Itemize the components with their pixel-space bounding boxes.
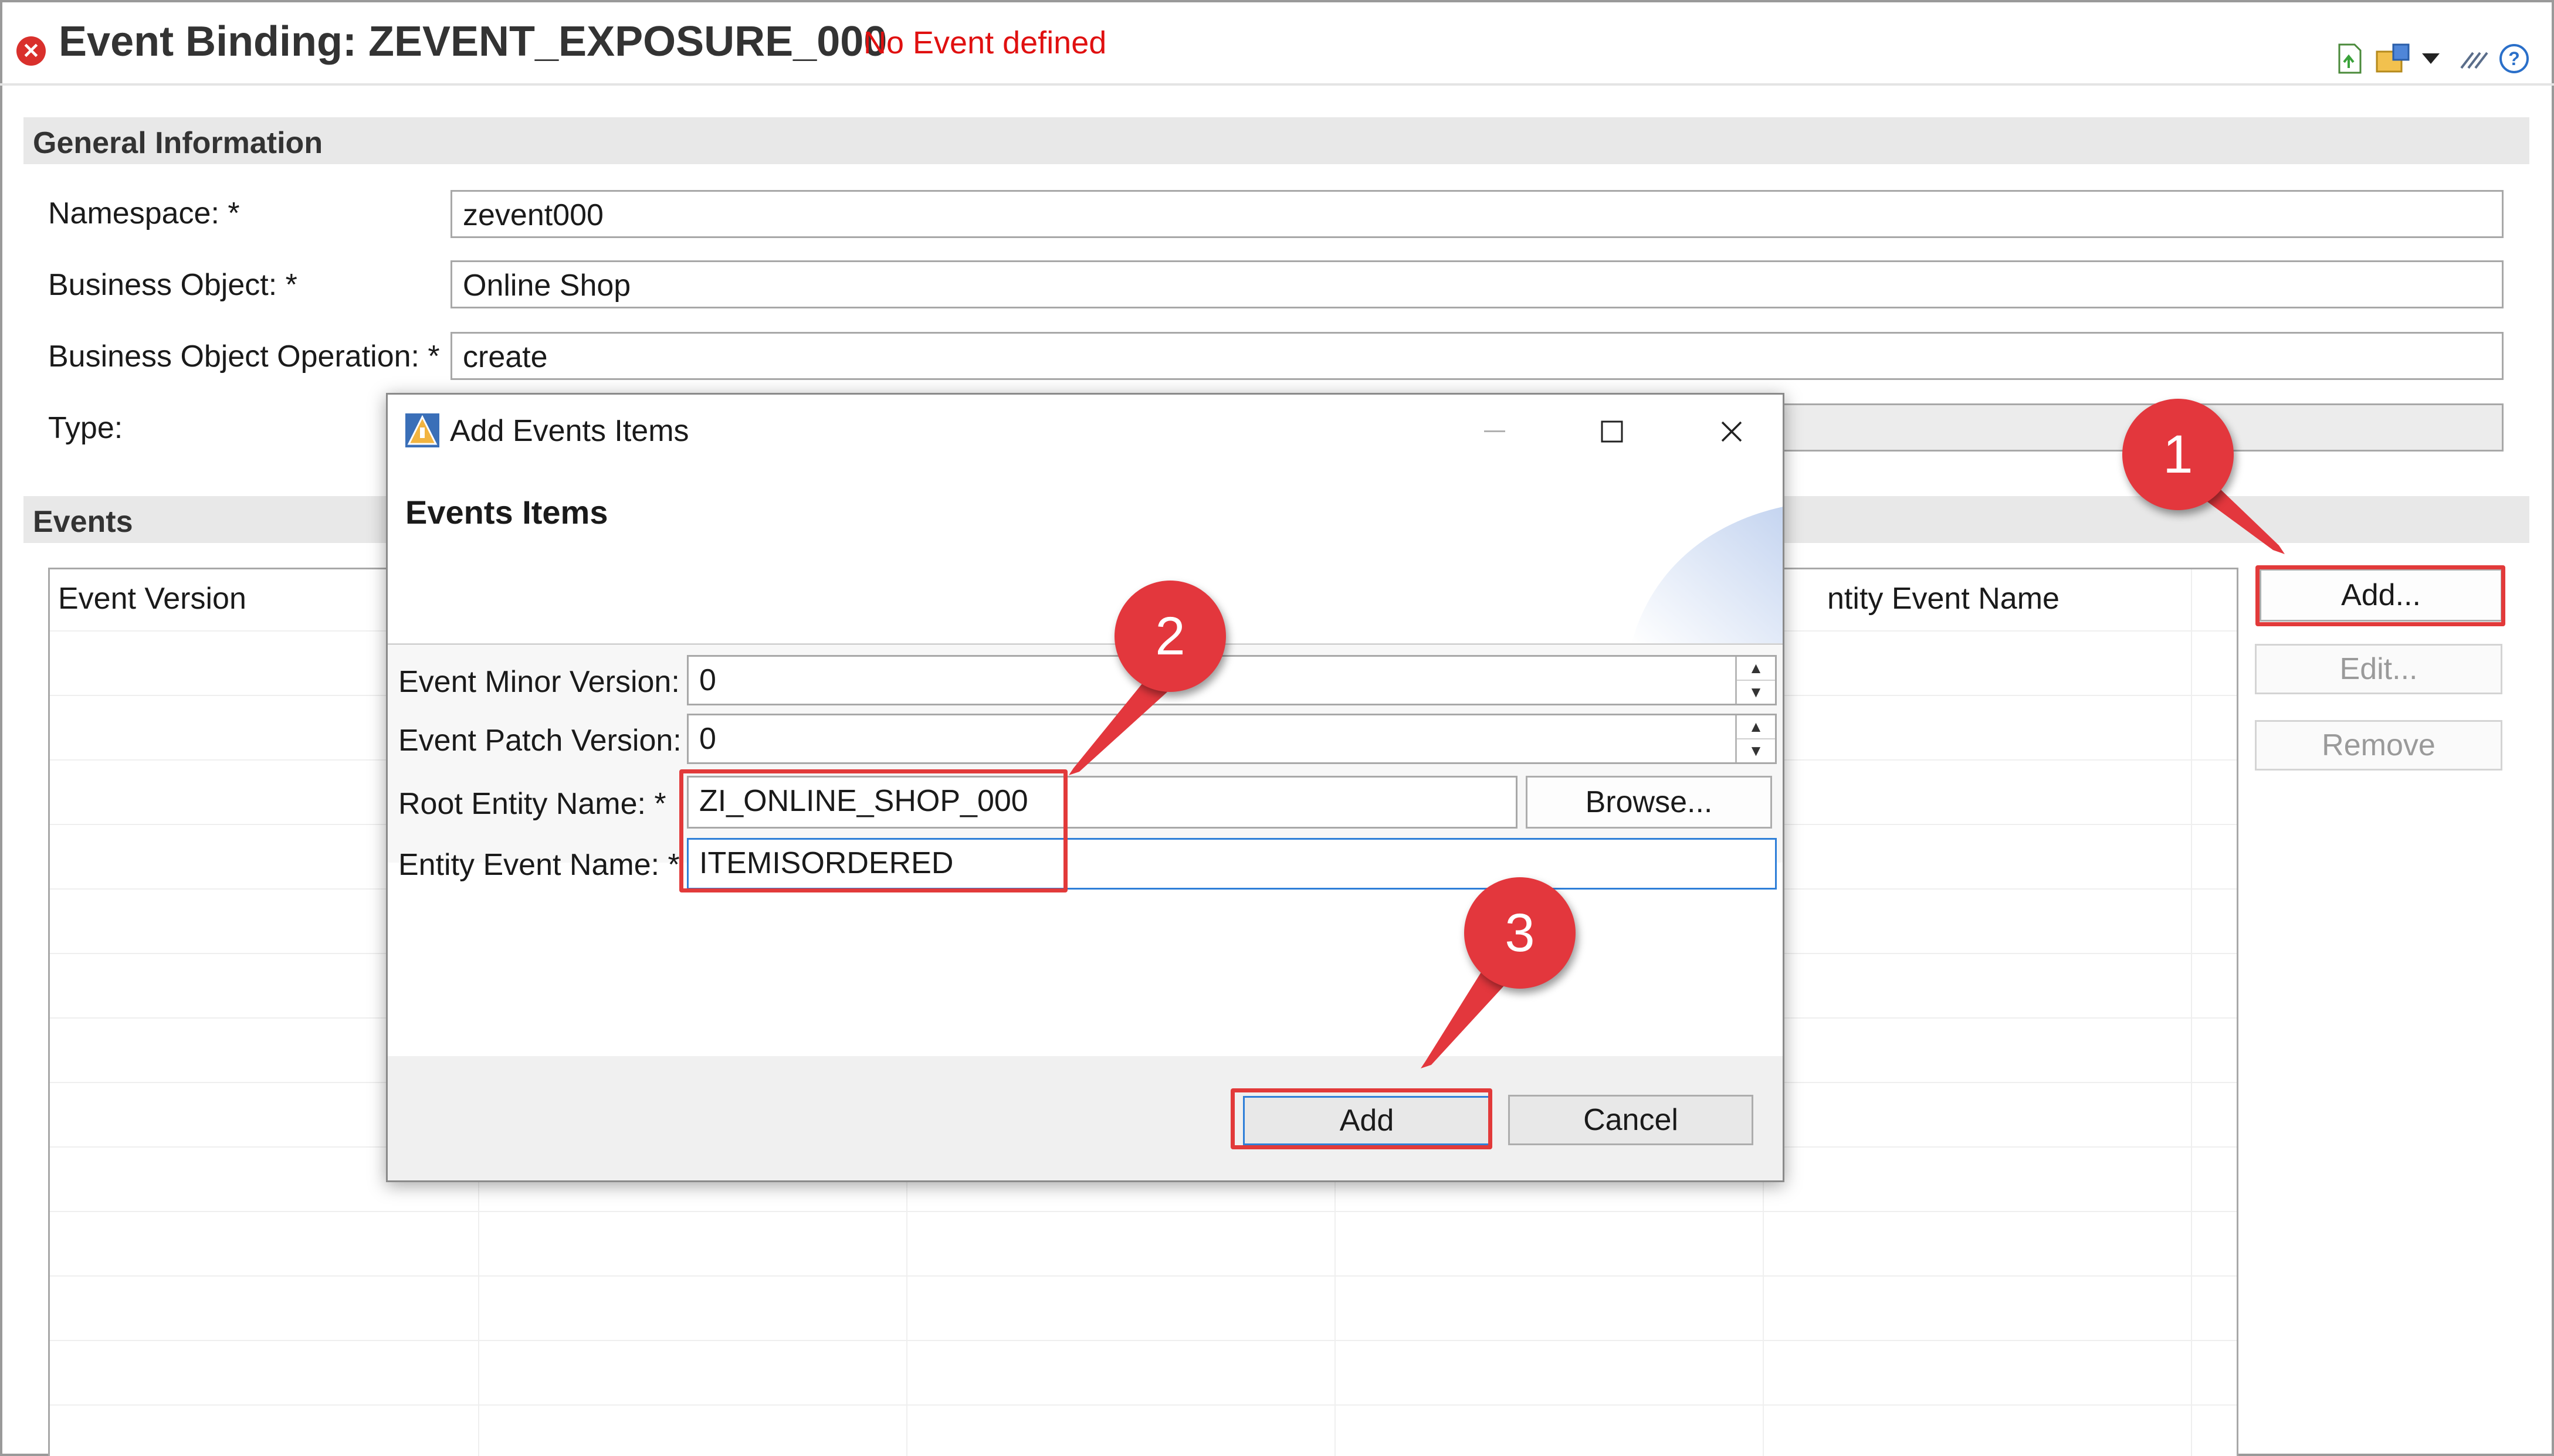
arrow-3 — [1421, 968, 1505, 1068]
annotation-arrows — [1069, 475, 2285, 1068]
step-badge-3: 3 — [1464, 877, 1576, 989]
step-badge-2: 2 — [1115, 581, 1226, 692]
step-badge-1: 1 — [2122, 399, 2234, 510]
arrow-2 — [1069, 674, 1167, 775]
